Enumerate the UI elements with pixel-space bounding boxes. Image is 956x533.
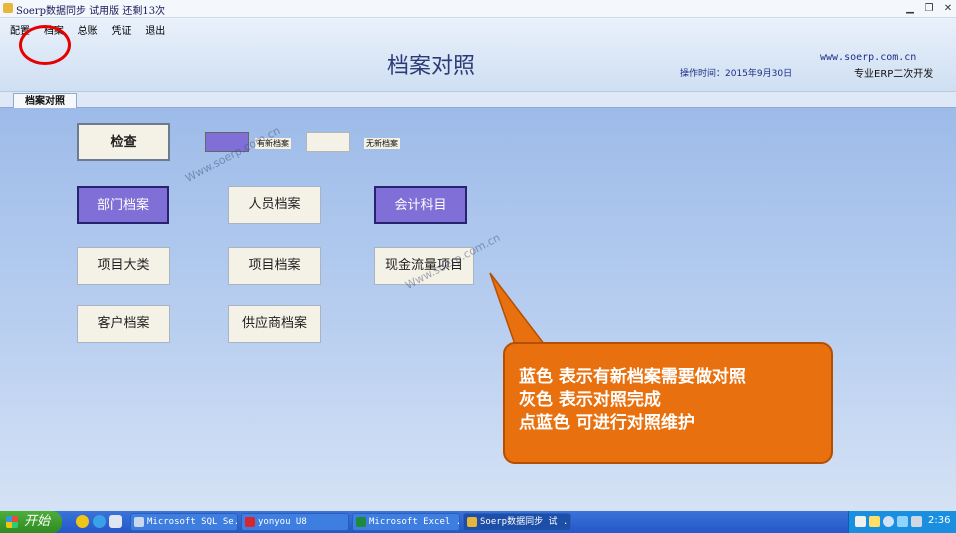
- project-archive-button[interactable]: 项目档案: [228, 247, 321, 285]
- back-icon[interactable]: [883, 516, 894, 527]
- windows-logo-icon: [6, 516, 18, 528]
- tab-archive-compare[interactable]: 档案对照: [13, 93, 77, 109]
- task-label: Microsoft Excel ...: [369, 517, 459, 527]
- start-button[interactable]: 开始: [0, 511, 62, 533]
- ie-icon[interactable]: [93, 515, 106, 528]
- highlight-circle: [19, 25, 71, 65]
- check-button[interactable]: 检查: [77, 123, 170, 161]
- task-soerp[interactable]: Soerp数据同步 试 ...: [463, 513, 571, 531]
- legend-none-label: 无新档案: [364, 138, 400, 149]
- sql-server-icon: [134, 517, 144, 527]
- help-icon[interactable]: [869, 516, 880, 527]
- app-icon: [3, 3, 13, 13]
- supplier-archive-button[interactable]: 供应商档案: [228, 305, 321, 343]
- taskbar: 开始 Microsoft SQL Se... yonyou U8 Microso…: [0, 511, 956, 533]
- header: 配置 档案 总账 凭证 退出 档案对照 www.soerp.com.cn 操作时…: [0, 18, 956, 92]
- customer-archive-button[interactable]: 客户档案: [77, 305, 170, 343]
- close-button[interactable]: ✕: [941, 2, 955, 15]
- clock: 2:36: [928, 515, 951, 526]
- minimize-button[interactable]: ▁: [903, 2, 917, 15]
- account-subject-button[interactable]: 会计科目: [374, 186, 467, 224]
- volume-icon[interactable]: [911, 516, 922, 527]
- title-bar: Soerp数据同步 试用版 还剩13次 ▁ ❐ ✕: [0, 0, 956, 18]
- task-excel[interactable]: Microsoft Excel ...: [352, 513, 460, 531]
- keyboard-icon[interactable]: [855, 516, 866, 527]
- yonyou-icon: [245, 517, 255, 527]
- network-icon[interactable]: [897, 516, 908, 527]
- window-title: Soerp数据同步 试用版 还剩13次: [16, 6, 166, 17]
- desktop-icon[interactable]: [109, 515, 122, 528]
- menu-summary[interactable]: 总账: [78, 22, 98, 37]
- soerp-icon: [467, 517, 477, 527]
- callout-line-click: 点蓝色 可进行对照维护: [519, 413, 695, 433]
- start-label: 开始: [24, 514, 51, 529]
- system-tray: 2:36: [848, 511, 956, 533]
- callout-box: 蓝色 表示有新档案需要做对照 灰色 表示对照完成 点蓝色 可进行对照维护: [503, 342, 833, 464]
- task-sql-server[interactable]: Microsoft SQL Se...: [130, 513, 238, 531]
- project-class-button[interactable]: 项目大类: [77, 247, 170, 285]
- menu-exit[interactable]: 退出: [145, 22, 165, 37]
- excel-icon: [356, 517, 366, 527]
- operation-time: 操作时间：2015年9月30日: [680, 69, 793, 79]
- dept-archive-button[interactable]: 部门档案: [77, 186, 169, 224]
- task-label: yonyou U8: [258, 517, 307, 527]
- task-label: Soerp数据同步 试 ...: [480, 517, 571, 527]
- person-archive-button[interactable]: 人员档案: [228, 186, 321, 224]
- legend-none-swatch: [306, 132, 350, 152]
- website-link: www.soerp.com.cn: [820, 52, 917, 63]
- maximize-button[interactable]: ❐: [922, 2, 936, 15]
- page-title: 档案对照: [387, 54, 476, 79]
- task-label: Microsoft SQL Se...: [147, 517, 237, 527]
- menu-voucher[interactable]: 凭证: [111, 22, 131, 37]
- task-yonyou[interactable]: yonyou U8: [241, 513, 349, 531]
- tab-strip: 档案对照: [0, 92, 956, 109]
- callout-line-gray: 灰色 表示对照完成: [519, 390, 661, 410]
- qq-icon[interactable]: [76, 515, 89, 528]
- callout-line-blue: 蓝色 表示有新档案需要做对照: [519, 367, 746, 387]
- slogan: 专业ERP二次开发: [854, 69, 934, 80]
